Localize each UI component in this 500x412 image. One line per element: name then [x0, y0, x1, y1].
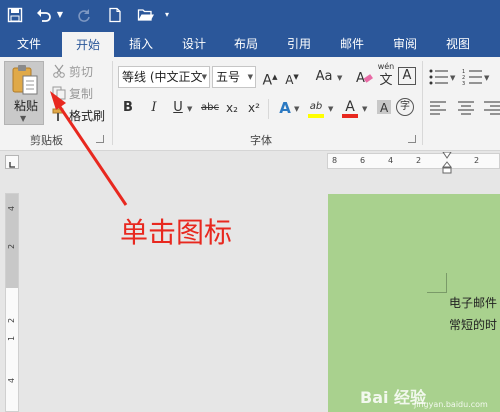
annotation-arrow-icon: [50, 91, 128, 206]
annotation-text: 单击图标: [120, 216, 233, 249]
watermark-url: jingyan.baidu.com: [414, 400, 488, 409]
